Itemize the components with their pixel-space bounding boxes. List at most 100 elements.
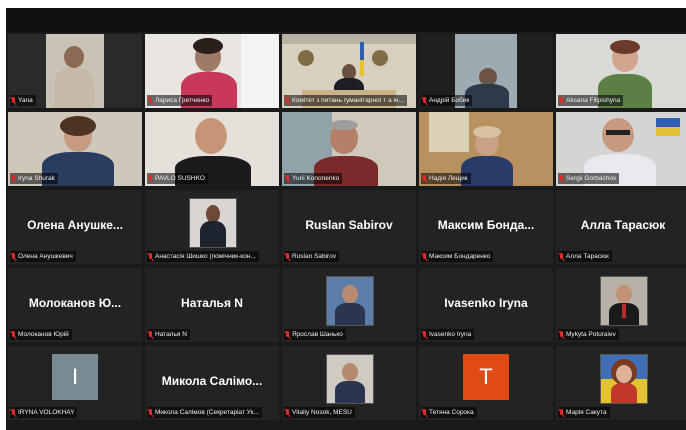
- mic-muted-icon: [559, 96, 564, 105]
- participant-name: Ярослав Шанько: [292, 331, 343, 338]
- participant-tile[interactable]: Алла Тарасюк Алла Тарасюк: [556, 190, 686, 264]
- participant-display-name: Ruslan Sabirov: [305, 218, 393, 232]
- name-label: Mykyta Poturaiev: [558, 329, 619, 340]
- mic-muted-icon: [422, 96, 427, 105]
- participant-tile[interactable]: Aksana Filipishyna: [556, 34, 686, 108]
- mic-muted-icon: [422, 252, 427, 261]
- mic-muted-icon: [422, 408, 427, 417]
- mic-muted-icon: [11, 408, 16, 417]
- participant-name: Sergii Gorbachov: [566, 175, 617, 182]
- participant-display-name: Алла Тарасюк: [580, 218, 666, 232]
- zoom-gallery-window: Yana Лариса Гретченко Комітет з питань гум…: [6, 8, 686, 430]
- name-label: Sergii Gorbachov: [558, 173, 620, 184]
- participant-tile[interactable]: Yurii Kononenko: [282, 112, 416, 186]
- participant-name: Молоканов Юрій: [18, 331, 69, 338]
- name-label: Ruslan Sabirov: [284, 251, 340, 262]
- mic-muted-icon: [148, 96, 153, 105]
- avatar: I: [52, 354, 98, 400]
- mic-muted-icon: [11, 330, 16, 339]
- mic-muted-icon: [422, 174, 427, 183]
- participant-display-name: Максим Бонда...: [437, 218, 535, 232]
- participant-name: PAVLO SUSHKO: [155, 175, 205, 182]
- participant-tile[interactable]: Максим Бонда... Максим Бондаренко: [419, 190, 553, 264]
- name-label: Комітет з питань гуманітарної т а ін...: [284, 95, 407, 106]
- mic-muted-icon: [148, 330, 153, 339]
- participant-name: Максим Бондаренко: [429, 253, 491, 260]
- avatar: T: [463, 354, 509, 400]
- name-label: Yurii Kononenko: [284, 173, 343, 184]
- participant-tile[interactable]: PAVLO SUSHKO: [145, 112, 279, 186]
- name-label: PAVLO SUSHKO: [147, 173, 208, 184]
- participant-name: Mykyta Poturaiev: [566, 331, 616, 338]
- top-bar: [6, 8, 686, 32]
- mic-muted-icon: [559, 252, 564, 261]
- participant-name: Vitaliy Nosok, MESU: [292, 409, 352, 416]
- participant-name: Марія Сакута: [566, 409, 607, 416]
- participant-tile[interactable]: Наталья N Наталья N: [145, 268, 279, 342]
- mic-muted-icon: [148, 252, 153, 261]
- participant-name: Анастасія Шишко (помічник-кон...: [155, 253, 256, 260]
- name-label: Тетяна Сорока: [421, 407, 477, 418]
- participant-name: Лариса Гретченко: [155, 97, 210, 104]
- participant-photo: [326, 276, 374, 326]
- name-label: Ярослав Шанько: [284, 329, 346, 340]
- name-label: Олена Анушкевич: [10, 251, 76, 262]
- participant-name: Тетяна Сорока: [429, 409, 474, 416]
- participant-tile[interactable]: Надія Лещик: [419, 112, 553, 186]
- participant-tile[interactable]: Iryna Shurak: [8, 112, 142, 186]
- participant-name: Ruslan Sabirov: [292, 253, 337, 260]
- participant-name: Ivasenko Iryna: [429, 331, 472, 338]
- participant-name: Надія Лещик: [429, 175, 468, 182]
- mic-muted-icon: [559, 408, 564, 417]
- name-label: Ivasenko Iryna: [421, 329, 475, 340]
- participant-tile[interactable]: Олена Анушке... Олена Анушкевич: [8, 190, 142, 264]
- participant-tile[interactable]: I IRYNA VOLOKHAY: [8, 346, 142, 420]
- participant-tile[interactable]: Ярослав Шанько: [282, 268, 416, 342]
- participant-name: Андрій Бобик: [429, 97, 470, 104]
- name-label: Микола Салімов (Секретаріат Ук...: [147, 407, 262, 418]
- participant-tile[interactable]: Молоканов Ю... Молоканов Юрій: [8, 268, 142, 342]
- participant-tile[interactable]: Ruslan Sabirov Ruslan Sabirov: [282, 190, 416, 264]
- participant-tile[interactable]: Анастасія Шишко (помічник-кон...: [145, 190, 279, 264]
- participant-name: Yurii Kononenko: [292, 175, 340, 182]
- participant-tile[interactable]: Андрій Бобик: [419, 34, 553, 108]
- participant-photo: [326, 354, 374, 404]
- participant-name: Наталья N: [155, 331, 187, 338]
- mic-muted-icon: [559, 174, 564, 183]
- mic-muted-icon: [11, 96, 16, 105]
- participant-tile[interactable]: T Тетяна Сорока: [419, 346, 553, 420]
- name-label: Максим Бондаренко: [421, 251, 494, 262]
- participant-tile[interactable]: Vitaliy Nosok, MESU: [282, 346, 416, 420]
- participant-tile[interactable]: Лариса Гретченко: [145, 34, 279, 108]
- name-label: Yana: [10, 95, 36, 106]
- participant-tile[interactable]: Ivasenko Iryna Ivasenko Iryna: [419, 268, 553, 342]
- participant-display-name: Олена Анушке...: [27, 218, 123, 232]
- mic-muted-icon: [11, 252, 16, 261]
- participant-display-name: Микола Салімо...: [161, 374, 263, 388]
- participant-display-name: Наталья N: [181, 296, 243, 310]
- participant-tile[interactable]: Комітет з питань гуманітарної т а ін...: [282, 34, 416, 108]
- mic-muted-icon: [11, 174, 16, 183]
- mic-muted-icon: [285, 174, 290, 183]
- name-label: IRYNA VOLOKHAY: [10, 407, 78, 418]
- participant-name: Aksana Filipishyna: [566, 97, 621, 104]
- participant-grid: Yana Лариса Гретченко Комітет з питань гум…: [6, 32, 686, 426]
- participant-name: Iryna Shurak: [18, 175, 55, 182]
- mic-muted-icon: [148, 174, 153, 183]
- participant-name: Микола Салімов (Секретаріат Ук...: [155, 409, 259, 416]
- name-label: Андрій Бобик: [421, 95, 473, 106]
- mic-muted-icon: [285, 330, 290, 339]
- name-label: Лариса Гретченко: [147, 95, 213, 106]
- name-label: Надія Лещик: [421, 173, 471, 184]
- mic-muted-icon: [285, 408, 290, 417]
- participant-tile[interactable]: Марія Сакута: [556, 346, 686, 420]
- participant-tile[interactable]: Yana: [8, 34, 142, 108]
- participant-display-name: Ivasenko Iryna: [444, 296, 528, 310]
- name-label: Молоканов Юрій: [10, 329, 72, 340]
- participant-tile[interactable]: Sergii Gorbachov: [556, 112, 686, 186]
- name-label: Алла Тарасюк: [558, 251, 612, 262]
- name-label: Анастасія Шишко (помічник-кон...: [147, 251, 259, 262]
- participant-photo: [600, 276, 648, 326]
- participant-tile[interactable]: Mykyta Poturaiev: [556, 268, 686, 342]
- participant-tile[interactable]: Микола Салімо... Микола Салімов (Секретар…: [145, 346, 279, 420]
